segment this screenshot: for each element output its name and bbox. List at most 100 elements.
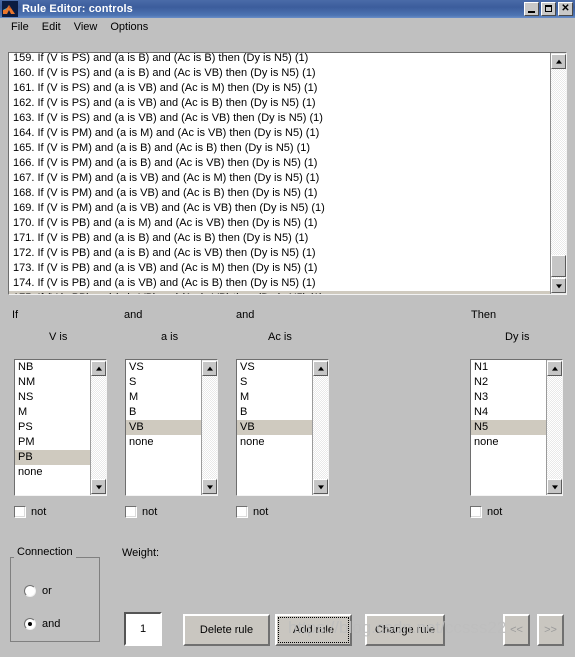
title-bar: Rule Editor: controls ✕: [0, 0, 575, 18]
scroll-up-arrow-icon[interactable]: [551, 54, 566, 69]
rule-list-item[interactable]: 164. If (V is PM) and (a is M) and (Ac i…: [9, 126, 551, 141]
window-controls: ✕: [524, 2, 573, 16]
rule-list-item[interactable]: 159. If (V is PS) and (a is B) and (Ac i…: [9, 53, 551, 66]
listbox-item[interactable]: none: [471, 435, 546, 450]
menu-item-view[interactable]: View: [68, 19, 105, 35]
not-checkbox-v[interactable]: not: [14, 506, 46, 518]
listbox-item[interactable]: NM: [15, 375, 90, 390]
menu-item-options[interactable]: Options: [104, 19, 155, 35]
rule-list[interactable]: 159. If (V is PS) and (a is B) and (Ac i…: [8, 52, 567, 295]
rule-list-item[interactable]: 160. If (V is PS) and (a is B) and (Ac i…: [9, 66, 551, 81]
checkbox-box[interactable]: [14, 506, 26, 518]
rule-list-item[interactable]: 172. If (V is PB) and (a is B) and (Ac i…: [9, 246, 551, 261]
not-checkbox-dy[interactable]: not: [470, 506, 502, 518]
not-checkbox-ac[interactable]: not: [236, 506, 268, 518]
not-checkbox-ac-label: not: [253, 506, 269, 518]
radio-button-selected[interactable]: [24, 618, 36, 630]
listbox-output-dy[interactable]: N1 N2 N3 N4 N5 none: [470, 359, 563, 496]
minimize-button[interactable]: [524, 2, 539, 16]
next-button[interactable]: >>: [537, 614, 564, 646]
listbox-item[interactable]: B: [126, 405, 201, 420]
listbox-item[interactable]: none: [237, 435, 312, 450]
previous-button[interactable]: <<: [503, 614, 530, 646]
listbox-item[interactable]: M: [126, 390, 201, 405]
radio-button[interactable]: [24, 585, 36, 597]
rule-list-item[interactable]: 173. If (V is PB) and (a is VB) and (Ac …: [9, 261, 551, 276]
label-if: If: [12, 309, 19, 321]
scrollbar-track[interactable]: [313, 376, 328, 479]
listbox-input-v[interactable]: NB NM NS M PS PM PB none: [14, 359, 107, 496]
listbox-item[interactable]: VS: [237, 360, 312, 375]
change-rule-button[interactable]: Change rule: [365, 614, 445, 646]
scrollbar-track[interactable]: [551, 69, 566, 278]
rule-list-item[interactable]: 170. If (V is PB) and (a is M) and (Ac i…: [9, 216, 551, 231]
rule-list-item[interactable]: 168. If (V is PM) and (a is VB) and (Ac …: [9, 186, 551, 201]
listbox-item-selected[interactable]: PB: [15, 450, 90, 465]
scrollbar-track[interactable]: [202, 376, 217, 479]
close-button[interactable]: ✕: [558, 2, 573, 16]
listbox-item[interactable]: S: [126, 375, 201, 390]
rule-list-item[interactable]: 169. If (V is PM) and (a is VB) and (Ac …: [9, 201, 551, 216]
rule-list-item[interactable]: 163. If (V is PS) and (a is VB) and (Ac …: [9, 111, 551, 126]
menu-item-edit[interactable]: Edit: [36, 19, 68, 35]
add-rule-button[interactable]: Add rule: [275, 614, 352, 646]
listbox-output-dy-scrollbar[interactable]: [546, 360, 562, 495]
listbox-item[interactable]: N2: [471, 375, 546, 390]
scroll-up-arrow-icon[interactable]: [547, 361, 562, 376]
listbox-item[interactable]: PM: [15, 435, 90, 450]
listbox-item-selected[interactable]: N5: [471, 420, 546, 435]
listbox-item[interactable]: N3: [471, 390, 546, 405]
checkbox-box[interactable]: [236, 506, 248, 518]
scrollbar-track[interactable]: [91, 376, 106, 479]
listbox-item[interactable]: none: [126, 435, 201, 450]
listbox-item[interactable]: N1: [471, 360, 546, 375]
listbox-item[interactable]: NS: [15, 390, 90, 405]
weight-input[interactable]: 1: [124, 612, 162, 646]
not-checkbox-a[interactable]: not: [125, 506, 157, 518]
listbox-item[interactable]: N4: [471, 405, 546, 420]
listbox-input-ac[interactable]: VS S M B VB none: [236, 359, 329, 496]
scrollbar-track[interactable]: [547, 376, 562, 479]
listbox-input-a[interactable]: VS S M B VB none: [125, 359, 218, 496]
rule-list-item[interactable]: 166. If (V is PM) and (a is B) and (Ac i…: [9, 156, 551, 171]
rule-list-item[interactable]: 162. If (V is PS) and (a is VB) and (Ac …: [9, 96, 551, 111]
scroll-up-arrow-icon[interactable]: [91, 361, 106, 376]
rule-list-item[interactable]: 161. If (V is PS) and (a is VB) and (Ac …: [9, 81, 551, 96]
listbox-input-v-scrollbar[interactable]: [90, 360, 106, 495]
listbox-input-a-scrollbar[interactable]: [201, 360, 217, 495]
rule-list-item[interactable]: 171. If (V is PB) and (a is B) and (Ac i…: [9, 231, 551, 246]
rule-list-item[interactable]: 174. If (V is PB) and (a is VB) and (Ac …: [9, 276, 551, 291]
listbox-item[interactable]: M: [237, 390, 312, 405]
scrollbar-thumb[interactable]: [551, 255, 566, 277]
rule-list-item-selected[interactable]: 175. If (V is PB) and (a is VB) and (Ac …: [9, 291, 551, 294]
radio-connection-and[interactable]: and: [24, 618, 60, 630]
listbox-item[interactable]: NB: [15, 360, 90, 375]
checkbox-box[interactable]: [125, 506, 137, 518]
scroll-up-arrow-icon[interactable]: [202, 361, 217, 376]
listbox-item-selected[interactable]: VB: [126, 420, 201, 435]
rule-list-scrollbar[interactable]: [550, 53, 566, 294]
rule-list-item[interactable]: 167. If (V is PM) and (a is VB) and (Ac …: [9, 171, 551, 186]
scroll-down-arrow-icon[interactable]: [313, 479, 328, 494]
listbox-input-ac-scrollbar[interactable]: [312, 360, 328, 495]
listbox-input-a-items: VS S M B VB none: [126, 360, 201, 450]
listbox-item[interactable]: M: [15, 405, 90, 420]
listbox-item[interactable]: none: [15, 465, 90, 480]
maximize-button[interactable]: [541, 2, 556, 16]
scroll-up-arrow-icon[interactable]: [313, 361, 328, 376]
scroll-down-arrow-icon[interactable]: [551, 278, 566, 293]
weight-label: Weight:: [122, 547, 160, 559]
checkbox-box[interactable]: [470, 506, 482, 518]
listbox-item[interactable]: PS: [15, 420, 90, 435]
radio-connection-or[interactable]: or: [24, 585, 52, 597]
listbox-item[interactable]: S: [237, 375, 312, 390]
listbox-item[interactable]: VS: [126, 360, 201, 375]
listbox-item-selected[interactable]: VB: [237, 420, 312, 435]
scroll-down-arrow-icon[interactable]: [547, 479, 562, 494]
scroll-down-arrow-icon[interactable]: [91, 479, 106, 494]
listbox-item[interactable]: B: [237, 405, 312, 420]
scroll-down-arrow-icon[interactable]: [202, 479, 217, 494]
rule-list-item[interactable]: 165. If (V is PM) and (a is B) and (Ac i…: [9, 141, 551, 156]
delete-rule-button[interactable]: Delete rule: [183, 614, 270, 646]
menu-item-file[interactable]: File: [5, 19, 36, 35]
